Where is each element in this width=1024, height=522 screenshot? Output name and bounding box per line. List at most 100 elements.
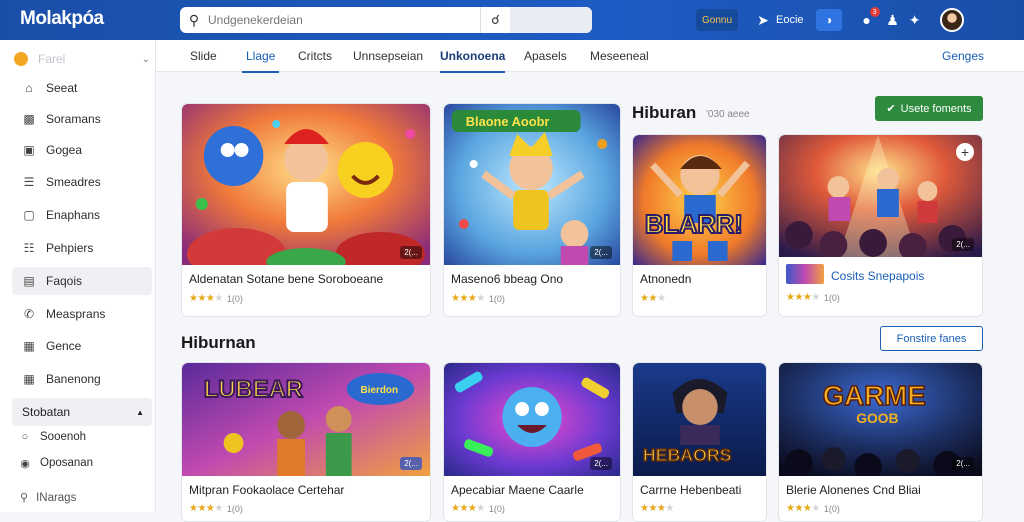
tab-genges[interactable]: Genges xyxy=(942,40,984,72)
sidebar-item-label: Gence xyxy=(46,339,82,353)
sidebar-item-seeat[interactable]: ⌂ Seeat xyxy=(12,74,152,102)
top-bar: Molakpóa ⚲ ☌ Gonnu ➤ Eocie ◑ ●3 ♟ ✦ xyxy=(0,0,1024,40)
card-tag: 2(... xyxy=(400,457,422,470)
controller-icon[interactable]: ◑ xyxy=(815,9,842,31)
coins-pill[interactable]: Gonnu xyxy=(696,9,739,31)
game-thumbnail: + 2(... xyxy=(779,135,982,257)
tab-slide[interactable]: Slide xyxy=(190,40,217,72)
game-card[interactable]: Blaone Aoobr 2(... Maseno6 bbeag Ono ★★★… xyxy=(443,103,621,317)
tab-bar: Slide Llage Critcts Unnsepseian Unkonoen… xyxy=(156,40,1024,73)
top-link[interactable]: Eocie xyxy=(776,14,804,26)
notifications-icon[interactable]: ● 3 xyxy=(856,7,880,31)
phone-icon: ✆ xyxy=(23,307,35,321)
search-scope-dropdown[interactable] xyxy=(510,7,592,33)
sidebar-item-measprans[interactable]: ✆ Measprans xyxy=(12,300,152,328)
sidebar-footer-link[interactable]: ⚲ INarags xyxy=(20,491,76,505)
users-icon[interactable]: ♟ xyxy=(882,9,904,31)
card-title: Carrne Hebenbeati xyxy=(640,483,742,497)
rocket-icon[interactable]: ➤ xyxy=(752,9,774,31)
section-subtitle: '030 aeee xyxy=(706,109,750,120)
sidebar-item-soramans[interactable]: ▩ Soramans xyxy=(12,105,152,133)
star-rating: ★★★ ★ 1(0) xyxy=(189,293,243,304)
card-art-text: GARME xyxy=(823,380,926,411)
favorite-games-button[interactable]: Fonstire fanes xyxy=(880,326,983,351)
sidebar-item-label: Seeat xyxy=(46,81,78,95)
star-rating: ★★ ★ xyxy=(640,293,666,304)
add-icon[interactable]: + xyxy=(956,143,974,161)
sidebar-header[interactable]: Farel ⌄ xyxy=(14,48,150,70)
search-button[interactable]: ☌ xyxy=(480,7,510,33)
card-tag: 2(... xyxy=(590,246,612,259)
sidebar-item-gogea[interactable]: ▣ Gogea xyxy=(12,136,152,164)
rating-count: 1(0) xyxy=(226,293,243,304)
sidebar-item-label: Enaphans xyxy=(46,208,101,222)
caret-up-icon: ▲ xyxy=(136,407,144,417)
sidebar-item-faqois[interactable]: ▤ Faqois xyxy=(12,267,152,295)
sidebar-section-label: Stobatan xyxy=(22,405,71,419)
briefcase-icon: ▣ xyxy=(23,143,35,157)
sidebar-subitem-label: Oposanan xyxy=(40,457,94,469)
sidebar: Farel ⌄ ⌂ Seeat ▩ Soramans ▣ Gogea ☰ Smeadre… xyxy=(0,40,156,512)
grid-icon: ▦ xyxy=(23,372,35,386)
section-title: Hiburnan xyxy=(181,333,256,352)
star-rating: ★★★ ★ xyxy=(640,503,674,514)
sidebar-item-label: Banenong xyxy=(46,372,101,386)
sidebar-item-label: Pehpiers xyxy=(46,241,94,255)
card-tag: 2(... xyxy=(952,457,974,470)
game-thumbnail: LUBEAR Bierdon 2(... xyxy=(182,363,430,476)
sidebar-section-toggle[interactable]: Stobatan ▲ xyxy=(12,398,152,426)
star-rating: ★★★ ★ 1(0) xyxy=(786,503,840,514)
globe-icon: ◉ xyxy=(20,457,30,470)
tab-critcts[interactable]: Critcts xyxy=(298,40,332,72)
game-thumbnail: HEBAORS xyxy=(633,363,766,476)
sidebar-item-enaphans[interactable]: ▢ Enaphans xyxy=(12,201,152,229)
avatar[interactable] xyxy=(939,8,964,32)
card-art-text: BLARR! xyxy=(645,211,743,239)
home-icon: ⌂ xyxy=(25,81,33,95)
game-thumbnail: 2(... xyxy=(444,363,620,476)
card-tag: 2(... xyxy=(952,238,974,251)
game-card[interactable]: 2(... Aldenatan Sotane bene Soroboeane ★… xyxy=(181,103,431,317)
sidebar-item-pehpiers[interactable]: ☷ Pehpiers xyxy=(12,234,152,262)
sidebar-item-banenong[interactable]: ▦ Banenong xyxy=(12,365,152,393)
rating-count: 1(0) xyxy=(823,292,840,303)
tab-llage[interactable]: Llage xyxy=(241,40,280,73)
card-art-text: LUBEAR xyxy=(204,376,303,403)
game-card[interactable]: 2(... Apecabiar Maene Caarle ★★★ ★ 1(0) xyxy=(443,362,621,522)
top-actions: Gonnu ➤ Eocie ◑ ● 3 ♟ ✦ xyxy=(696,7,964,32)
sidebar-subitem-sooenoh[interactable]: ○ Sooenoh xyxy=(18,426,148,448)
rating-count: 1(0) xyxy=(488,503,505,514)
sidebar-subitem-label: Sooenoh xyxy=(40,431,87,443)
rating-count: 1(0) xyxy=(226,503,243,514)
tab-meseeneal[interactable]: Meseeneal xyxy=(590,40,649,72)
game-card[interactable]: + 2(... Cosits Snepapois ★★★ ★ 1(0) xyxy=(778,134,983,317)
sidebar-subitem-oposanan[interactable]: ◉ Oposanan xyxy=(18,452,148,474)
view-more-button[interactable]: ✔ Usete foments xyxy=(875,96,983,121)
card-title: Apecabiar Maene Caarle xyxy=(451,483,584,497)
sidebar-item-gence[interactable]: ▦ Gence xyxy=(12,332,152,360)
game-card[interactable]: LUBEAR Bierdon 2(... Mitpran Fookaolace … xyxy=(181,362,431,522)
star-rating: ★★★ ★ 1(0) xyxy=(786,292,840,303)
tab-apasels[interactable]: Apasels xyxy=(524,40,567,72)
card-title: Blerie Alonenes Cnd Bliai xyxy=(786,483,921,497)
chevron-down-icon[interactable]: ⌄ xyxy=(142,54,150,65)
monitor-icon: ▢ xyxy=(23,208,35,222)
building-icon: ▩ xyxy=(23,112,35,126)
sidebar-item-label: Faqois xyxy=(46,274,83,288)
bank-icon: ☷ xyxy=(23,241,35,255)
sidebar-header-label: Farel xyxy=(38,52,66,66)
sidebar-item-smeadres[interactable]: ☰ Smeadres xyxy=(12,168,152,196)
card-logo-text: Blaone Aoobr xyxy=(466,114,550,129)
tab-unnsepseian[interactable]: Unnsepseian xyxy=(353,40,423,72)
game-card[interactable]: HEBAORS Carrne Hebenbeati ★★★ ★ xyxy=(632,362,767,522)
sparkle-icon[interactable]: ✦ xyxy=(904,9,926,31)
game-card[interactable]: GARME GOOB 2(... Blerie Alonenes Cnd Bli… xyxy=(778,362,983,522)
app-logo[interactable]: Molakpóa xyxy=(20,8,104,30)
tab-unkonoena[interactable]: Unkonoena xyxy=(440,40,506,73)
game-card[interactable]: BLARR! Atnonedn ★★ ★ xyxy=(632,134,767,317)
sidebar-item-label: Soramans xyxy=(46,112,101,126)
search-input[interactable] xyxy=(208,13,480,27)
info-icon: ⚲ xyxy=(20,492,29,504)
search-bar: ⚲ ☌ xyxy=(180,7,592,33)
card-title: Cosits Snepapois xyxy=(831,269,925,283)
